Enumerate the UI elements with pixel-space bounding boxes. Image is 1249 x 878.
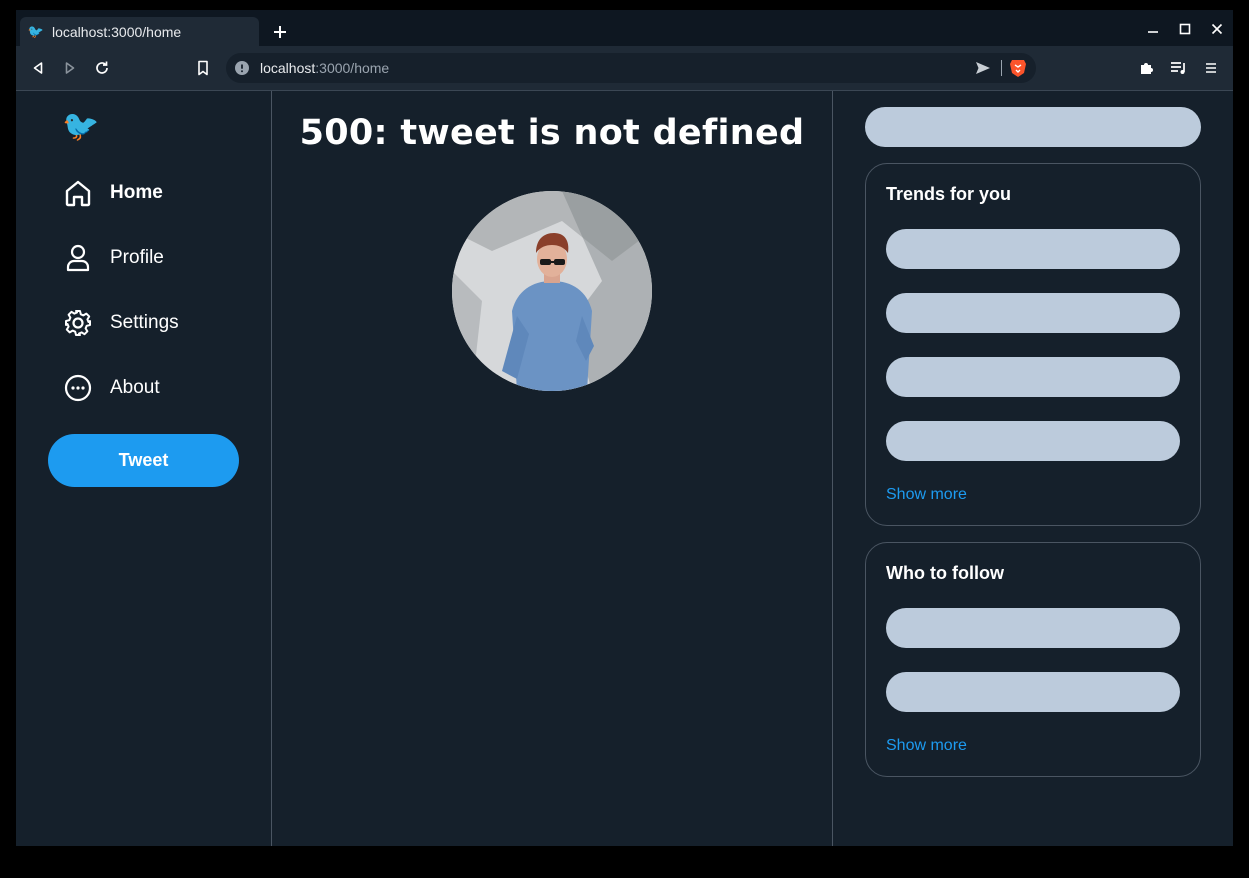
sidebar-item-label: Profile	[110, 247, 164, 268]
url-path: :3000/home	[315, 60, 390, 76]
tab-title: localhost:3000/home	[52, 23, 182, 40]
tweet-button[interactable]: Tweet	[48, 434, 239, 487]
twitter-bird-icon[interactable]: 🐦	[62, 109, 102, 145]
brave-lion-icon	[1010, 60, 1026, 77]
gear-icon	[62, 307, 94, 339]
sidebar-item-about[interactable]: About	[62, 370, 160, 406]
send-icon	[976, 62, 990, 74]
more-circle-icon	[62, 372, 94, 404]
back-arrow-icon	[33, 62, 43, 74]
back-button[interactable]	[28, 58, 48, 78]
maximize-button[interactable]	[1174, 19, 1196, 39]
sidebar-item-home[interactable]: Home	[62, 175, 163, 211]
hamburger-menu-icon	[1206, 63, 1216, 73]
share-button[interactable]	[974, 59, 992, 77]
bookmark-icon	[198, 60, 208, 76]
trends-card: Trends for you Show more	[865, 163, 1201, 526]
main-column: 500: tweet is not defined	[272, 91, 833, 846]
media-queue-button[interactable]	[1169, 58, 1189, 78]
page-content: 🐦 Home Profile Settings About Tweet 500:…	[16, 91, 1233, 846]
search-placeholder[interactable]	[865, 107, 1201, 147]
address-bar[interactable]: localhost:3000/home	[226, 53, 1036, 83]
maximize-icon	[1179, 23, 1191, 35]
url-host: localhost	[260, 60, 316, 76]
who-to-follow-title: Who to follow	[886, 563, 1004, 583]
browser-toolbar: localhost:3000/home	[16, 46, 1233, 91]
follow-show-more-link[interactable]: Show more	[886, 737, 967, 755]
user-icon	[62, 242, 94, 274]
playlist-icon	[1171, 62, 1185, 74]
browser-tab[interactable]: 🐦 localhost:3000/home	[20, 17, 259, 46]
plus-icon	[274, 26, 286, 38]
minimize-icon	[1148, 31, 1158, 33]
site-info-icon[interactable]	[234, 60, 250, 76]
close-window-button[interactable]	[1206, 19, 1228, 39]
trends-title: Trends for you	[886, 184, 1012, 204]
forward-button[interactable]	[60, 58, 80, 78]
tab-strip: 🐦 localhost:3000/home	[16, 10, 1233, 46]
new-tab-button[interactable]	[269, 21, 291, 43]
left-sidebar: 🐦 Home Profile Settings About Tweet	[16, 91, 272, 846]
trend-item-placeholder[interactable]	[886, 229, 1180, 269]
trends-show-more-link[interactable]: Show more	[886, 486, 967, 504]
puzzle-icon	[1141, 63, 1153, 74]
follow-item-placeholder[interactable]	[886, 608, 1180, 648]
who-to-follow-card: Who to follow Show more	[865, 542, 1201, 777]
sidebar-item-label: About	[110, 377, 160, 398]
page-title: 500: tweet is not defined	[299, 113, 805, 153]
right-sidebar: Trends for you Show more Who to follow S…	[833, 91, 1233, 846]
sidebar-item-label: Settings	[110, 312, 179, 333]
close-icon	[1211, 23, 1223, 35]
trend-item-placeholder[interactable]	[886, 357, 1180, 397]
url-text[interactable]: localhost:3000/home	[260, 60, 389, 76]
main-menu-button[interactable]	[1201, 58, 1221, 78]
sidebar-item-profile[interactable]: Profile	[62, 240, 164, 276]
sidebar-item-label: Home	[110, 182, 163, 203]
bookmark-button[interactable]	[193, 58, 213, 78]
browser-window: 🐦 localhost:3000/home localhost:3000/hom…	[16, 10, 1233, 846]
extensions-button[interactable]	[1137, 58, 1157, 78]
info-icon	[235, 61, 249, 75]
sidebar-item-settings[interactable]: Settings	[62, 305, 179, 341]
dancing-man-image	[452, 191, 652, 391]
error-image	[452, 191, 652, 391]
home-icon	[62, 177, 94, 209]
follow-item-placeholder[interactable]	[886, 672, 1180, 712]
trend-item-placeholder[interactable]	[886, 293, 1180, 333]
twitter-bird-icon: 🐦	[27, 23, 45, 39]
address-bar-divider	[1001, 60, 1002, 76]
brave-shields-button[interactable]	[1008, 58, 1028, 78]
trend-item-placeholder[interactable]	[886, 421, 1180, 461]
reload-button[interactable]	[92, 58, 112, 78]
reload-icon	[96, 61, 108, 74]
minimize-button[interactable]	[1142, 19, 1164, 39]
forward-arrow-icon	[65, 62, 75, 74]
